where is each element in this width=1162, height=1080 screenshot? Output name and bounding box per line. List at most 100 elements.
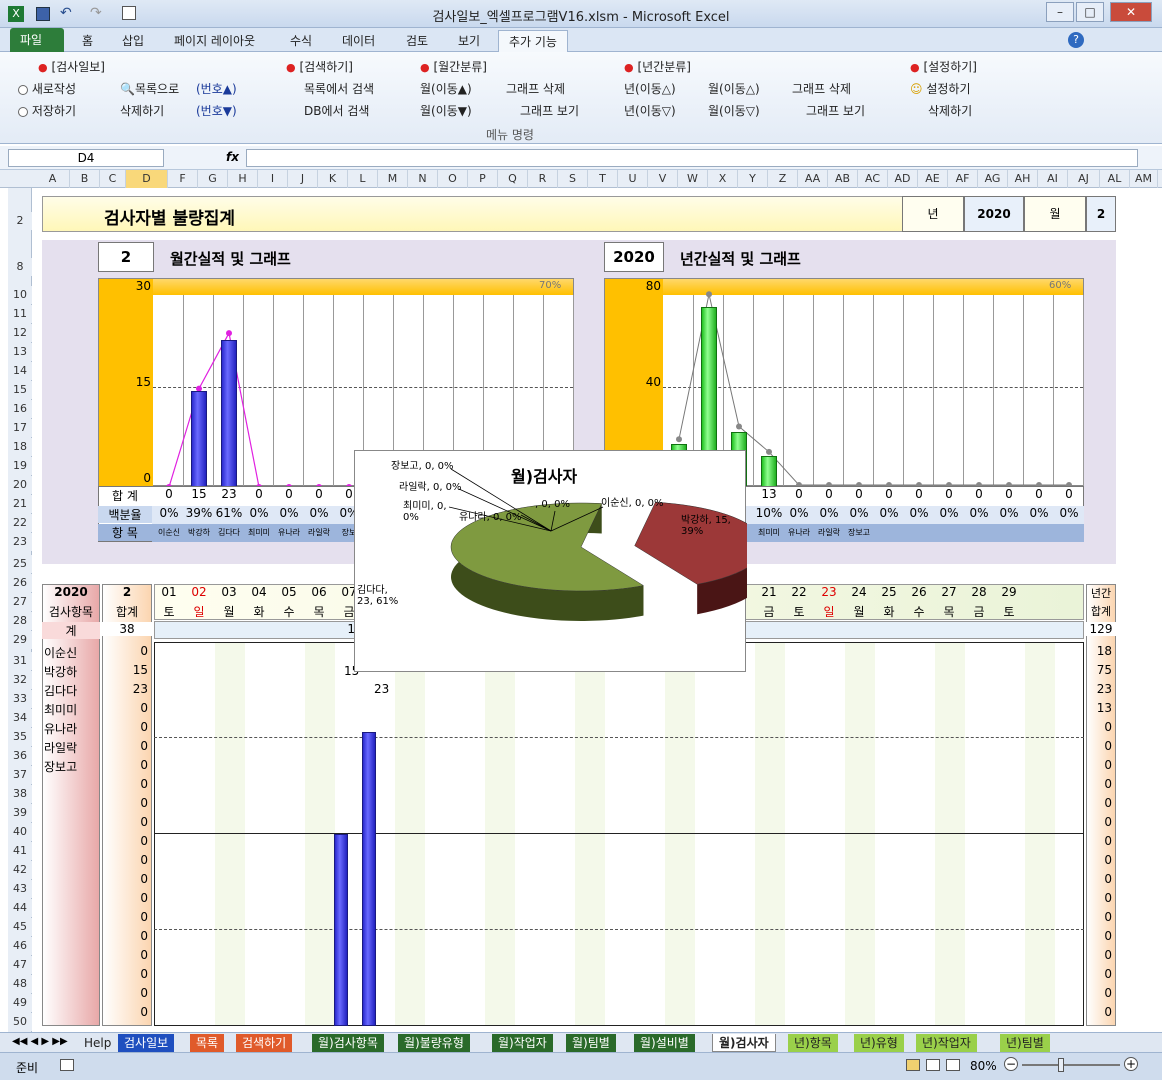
column-header: K — [318, 170, 348, 188]
column-header: H — [228, 170, 258, 188]
yearly-title: 년간실적 및 그래프 — [680, 250, 801, 268]
sheet-tab[interactable]: Help — [78, 1034, 118, 1052]
settings-button[interactable]: ☺ 설정하기 — [910, 80, 971, 97]
page-break-icon[interactable] — [946, 1059, 960, 1071]
sheet-tab[interactable]: 년)작업자 — [916, 1034, 977, 1052]
title-bar: X ↶ ↷ 검사일보_엑셀프로그램V16.xlsm - Microsoft Ex… — [0, 0, 1162, 28]
month-value[interactable]: 2 — [1086, 196, 1116, 232]
tab-insert[interactable]: 삽입 — [112, 30, 154, 52]
page-layout-icon[interactable] — [926, 1059, 940, 1071]
month-up-button[interactable]: 월(이동▲) — [420, 80, 472, 97]
monthly-rate-cell: 0% — [309, 506, 329, 520]
tab-addins[interactable]: 추가 기능 — [498, 30, 568, 52]
num-up-button[interactable]: (번호▲) — [196, 80, 237, 97]
column-header: U — [618, 170, 648, 188]
day-number: 28 — [971, 585, 987, 599]
sheet-tab[interactable]: 월)팀별 — [566, 1034, 616, 1052]
formula-input[interactable] — [246, 149, 1138, 167]
zoom-out-button[interactable]: − — [1004, 1057, 1018, 1071]
ygraph-show-button[interactable]: 그래프 보기 — [806, 102, 865, 119]
day-weekday: 월 — [223, 605, 235, 619]
status-ready: 준비 — [16, 1061, 39, 1075]
yearly-rate-cell: 0% — [969, 506, 989, 520]
daily-bar-2 — [362, 732, 376, 1026]
settings-delete-button[interactable]: 삭제하기 — [928, 102, 972, 119]
tab-home[interactable]: 홈 — [72, 30, 103, 52]
monthly-rate-cell: 39% — [185, 506, 213, 520]
tab-review[interactable]: 검토 — [396, 30, 438, 52]
row-header: 41 — [8, 842, 32, 860]
sheet-tab[interactable]: 검색하기 — [236, 1034, 293, 1052]
yearly-rate-cell: 0% — [879, 506, 899, 520]
normal-view-icon[interactable] — [906, 1059, 920, 1071]
sheet-tab[interactable]: 년)유형 — [854, 1034, 904, 1052]
tab-nav-first-icon[interactable]: ◀◀ ◀ ▶ ▶▶ — [12, 1036, 68, 1047]
row-header: 44 — [8, 899, 32, 917]
yearly-total-cell: 0 — [855, 487, 863, 501]
sheet-tab[interactable]: 월)검사자 — [712, 1034, 776, 1052]
year-down-button[interactable]: 년(이동▽) — [624, 102, 676, 119]
help-icon[interactable]: ? — [1068, 32, 1084, 48]
year-value[interactable]: 2020 — [964, 196, 1024, 232]
zoom-level[interactable]: 80% — [970, 1059, 997, 1073]
row-header: 50 — [8, 1013, 32, 1031]
ymonth-up-button[interactable]: 월(이동△) — [708, 80, 760, 97]
sheet-tab[interactable]: 목록 — [190, 1034, 225, 1052]
inspector-year-sum: 0 — [1104, 796, 1112, 810]
graph-show-button[interactable]: 그래프 보기 — [520, 102, 579, 119]
close-button[interactable]: ✕ — [1110, 2, 1152, 22]
minimize-button[interactable]: – — [1046, 2, 1074, 22]
row-header: 2 — [8, 212, 32, 230]
group-search: ● [검색하기] — [286, 60, 353, 74]
column-header: X — [708, 170, 738, 188]
fx-icon[interactable]: fx — [226, 150, 239, 164]
ymonth-down-button[interactable]: 월(이동▽) — [708, 102, 760, 119]
inspector-sum: 23 — [132, 682, 148, 696]
sheet-tab[interactable]: 월)불량유형 — [398, 1034, 470, 1052]
month-down-button[interactable]: 월(이동▼) — [420, 102, 472, 119]
tab-file[interactable]: 파일 — [10, 28, 64, 52]
sheet-tab[interactable]: 년)항목 — [788, 1034, 838, 1052]
monthly-total-cell: 0 — [165, 487, 173, 501]
inspector-sum: 0 — [140, 967, 148, 981]
save-button[interactable]: 저장하기 — [18, 102, 76, 119]
name-box[interactable]: D4 — [8, 149, 164, 167]
inspector-year-sum: 0 — [1104, 739, 1112, 753]
day-weekday: 일 — [823, 605, 835, 619]
tab-page-layout[interactable]: 페이지 레이아웃 — [164, 30, 265, 52]
inspector-year-sum: 0 — [1104, 929, 1112, 943]
macro-record-icon[interactable] — [60, 1059, 74, 1071]
sheet-tab[interactable]: 검사일보 — [118, 1034, 175, 1052]
yearly-total-cell: 0 — [945, 487, 953, 501]
tab-data[interactable]: 데이터 — [332, 30, 385, 52]
yearly-number: 2020 — [604, 242, 664, 272]
row-header: 21 — [8, 495, 32, 513]
year-up-button[interactable]: 년(이동△) — [624, 80, 676, 97]
zoom-slider-thumb[interactable] — [1058, 1058, 1064, 1072]
sheet-tab[interactable]: 월)검사항목 — [312, 1034, 384, 1052]
day-number: 25 — [881, 585, 897, 599]
db-search-button[interactable]: DB에서 검색 — [304, 102, 369, 119]
row-header: 23 — [8, 533, 32, 551]
day-weekday: 토 — [793, 605, 805, 619]
tab-view[interactable]: 보기 — [448, 30, 490, 52]
sheet-tab[interactable]: 월)작업자 — [492, 1034, 553, 1052]
day-number: 02 — [191, 585, 207, 599]
tab-formulas[interactable]: 수식 — [280, 30, 322, 52]
to-list-button[interactable]: 🔍목록으로 — [120, 80, 179, 97]
sheet-tab[interactable]: 월)설비별 — [634, 1034, 695, 1052]
ygraph-delete-button[interactable]: 그래프 삭제 — [792, 80, 851, 97]
new-button[interactable]: 새로작성 — [18, 80, 76, 97]
graph-delete-button[interactable]: 그래프 삭제 — [506, 80, 565, 97]
pie-chart[interactable]: 월)검사자 장보고, 0, 0% 라일락, 0, 0% 최미미, 0, 0% 유… — [354, 450, 747, 672]
sheet-tab[interactable]: 년)팀별 — [1000, 1034, 1050, 1052]
monthly-total-cell: 15 — [191, 487, 207, 501]
num-down-button[interactable]: (번호▼) — [196, 102, 237, 119]
day-number: 26 — [911, 585, 927, 599]
maximize-button[interactable]: □ — [1076, 2, 1104, 22]
list-search-button[interactable]: 목록에서 검색 — [304, 80, 374, 97]
delete-button[interactable]: 삭제하기 — [120, 102, 164, 119]
inspector-sum: 0 — [140, 796, 148, 810]
zoom-in-button[interactable]: + — [1124, 1057, 1138, 1071]
zoom-slider[interactable] — [1022, 1064, 1120, 1066]
